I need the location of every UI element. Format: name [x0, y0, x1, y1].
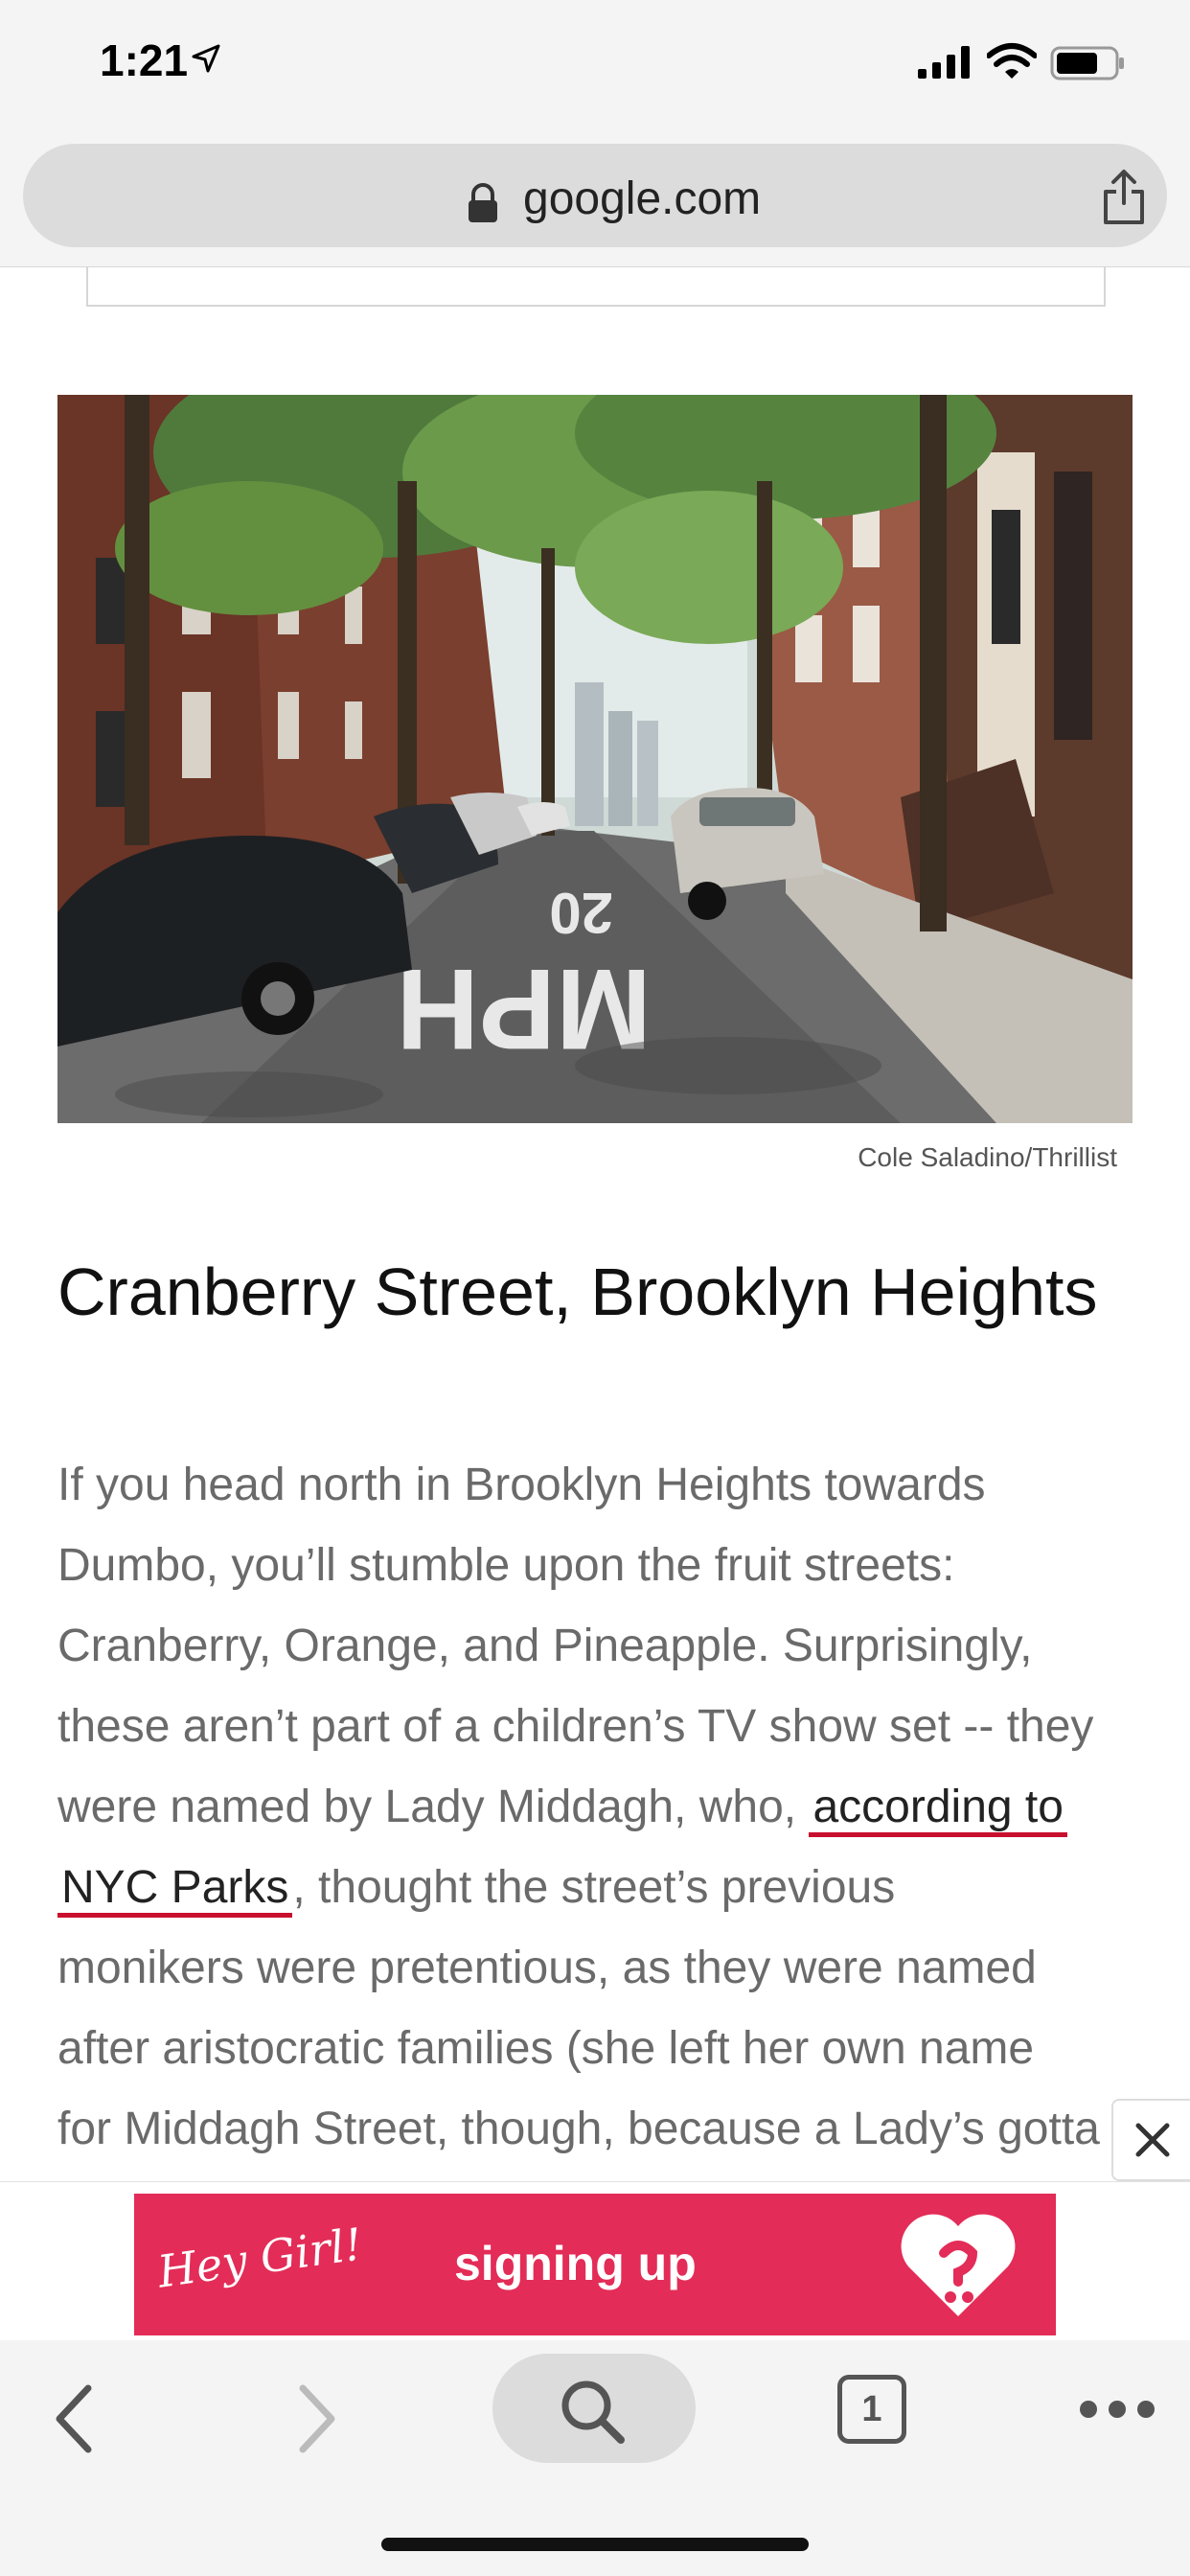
heart-logo-icon: [901, 2214, 1016, 2316]
status-bar: 1:21: [0, 0, 1190, 134]
body-line: NYC Parks, thought the street’s previous: [57, 1848, 1140, 1928]
svg-text:20: 20: [549, 881, 613, 945]
body-text-fragment: were named by Lady Middagh, who,: [57, 1782, 797, 1832]
tabs-button[interactable]: 1: [837, 2375, 906, 2444]
body-line: after aristocratic families (she left he…: [57, 2023, 1035, 2074]
ad-close-button[interactable]: [1111, 2099, 1190, 2181]
body-line: Dumbo, you’ll stumble upon the fruit str…: [57, 1540, 955, 1591]
search-icon: [561, 2380, 625, 2444]
ad-hey-text: Hey Girl!: [154, 2218, 366, 2298]
previous-content-box: [86, 266, 1106, 307]
url-field[interactable]: google.com: [23, 144, 1167, 247]
chevron-right-icon[interactable]: [287, 2380, 345, 2457]
chevron-left-icon[interactable]: [46, 2380, 103, 2457]
nyc-parks-link[interactable]: according to: [809, 1782, 1067, 1837]
body-line: monikers were pretentious, as they were …: [57, 1943, 1037, 1993]
url-text: google.com: [523, 173, 762, 224]
status-time: 1:21: [100, 35, 189, 85]
browser-toolbar: 1: [0, 2340, 1190, 2576]
ad-cta-text: signing up: [454, 2237, 697, 2290]
body-line: were named by Lady Middagh, who, accordi…: [57, 1767, 1140, 1848]
image-caption: Cole Saladino/Thrillist: [858, 1142, 1117, 1172]
share-icon[interactable]: [1100, 169, 1148, 226]
location-arrow-icon: [192, 44, 220, 73]
body-line: for Middagh Street, though, because a La…: [57, 2104, 1100, 2154]
ad-banner[interactable]: Hey Girl! signing up: [134, 2194, 1056, 2335]
street-photo: 20 MPH: [57, 395, 1133, 1123]
cellular-signal-icon: [918, 46, 970, 79]
battery-icon: [1050, 46, 1124, 80]
body-line: Cranberry, Orange, and Pineapple. Surpri…: [57, 1621, 1033, 1671]
home-indicator[interactable]: [381, 2538, 809, 2551]
article-body: If you head north in Brooklyn Heights to…: [57, 1445, 1140, 2183]
body-text-fragment: , thought the street’s previous: [292, 1862, 896, 1913]
body-line: If you head north in Brooklyn Heights to…: [57, 1460, 986, 1510]
browser-address-bar: google.com: [0, 134, 1190, 267]
ad-container: Hey Girl! signing up: [0, 2181, 1190, 2341]
search-button[interactable]: [492, 2354, 696, 2463]
lock-icon: [469, 183, 497, 222]
body-line: these aren’t part of a children’s TV sho…: [57, 1701, 1094, 1752]
wifi-icon: [987, 43, 1037, 79]
close-icon: [1135, 2123, 1170, 2157]
more-dots-icon[interactable]: [1077, 2398, 1157, 2421]
article-image: 20 MPH: [57, 395, 1133, 1123]
nyc-parks-link-continued[interactable]: NYC Parks: [57, 1862, 293, 1918]
article-heading: Cranberry Street, Brooklyn Heights: [57, 1254, 1098, 1329]
